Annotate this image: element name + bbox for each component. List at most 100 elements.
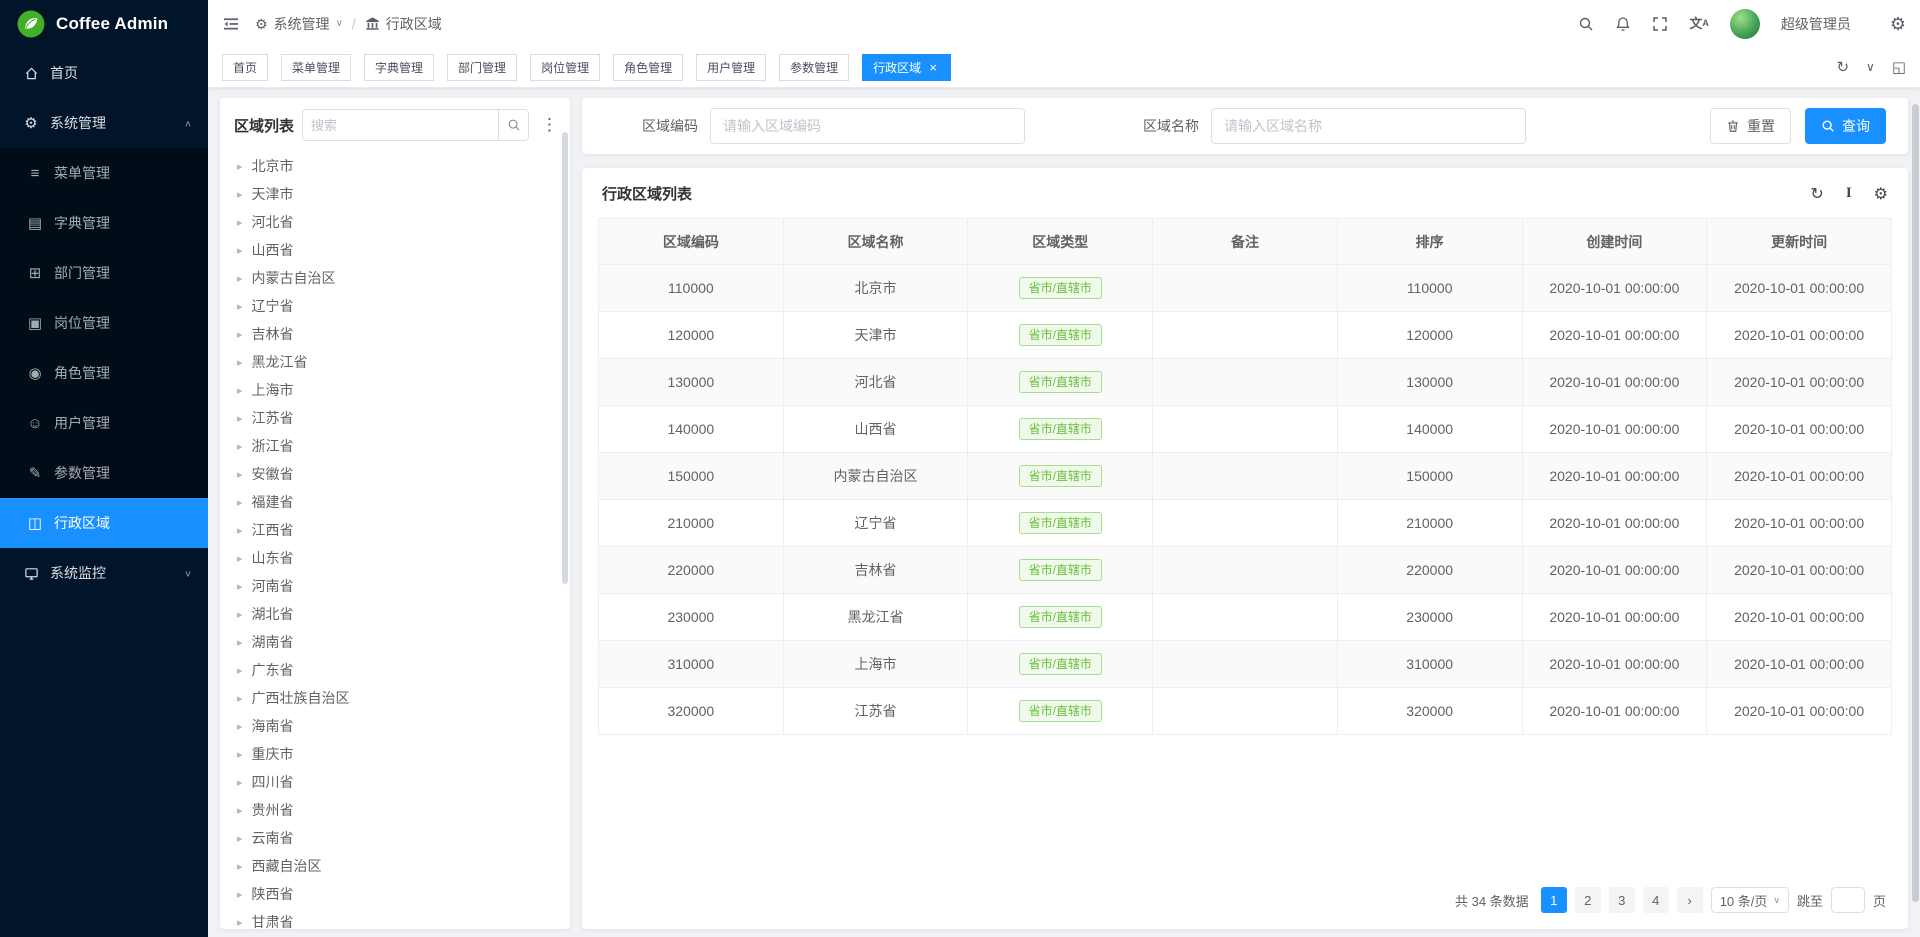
tab[interactable]: 部门管理 × — [447, 54, 517, 81]
sidebar-item-monitor[interactable]: 系统监控 ∨ — [0, 548, 208, 598]
tree-item[interactable]: ▸ 安徽省 — [220, 460, 570, 488]
tree-item[interactable]: ▸ 河南省 — [220, 572, 570, 600]
table-row[interactable]: 140000 山西省 省市/直辖市 140000 2020-10-01 00:0… — [599, 406, 1892, 453]
tab[interactable]: 参数管理 × — [779, 54, 849, 81]
caret-right-icon[interactable]: ▸ — [237, 188, 243, 201]
table-row[interactable]: 120000 天津市 省市/直辖市 120000 2020-10-01 00:0… — [599, 312, 1892, 359]
table-row[interactable]: 210000 辽宁省 省市/直辖市 210000 2020-10-01 00:0… — [599, 500, 1892, 547]
caret-right-icon[interactable]: ▸ — [237, 300, 243, 313]
sidebar-item-home[interactable]: 首页 — [0, 48, 208, 98]
region-name-input[interactable] — [1211, 108, 1526, 144]
caret-right-icon[interactable]: ▸ — [237, 636, 243, 649]
caret-right-icon[interactable]: ▸ — [237, 384, 243, 397]
jump-page-input[interactable] — [1831, 887, 1865, 913]
sidebar-subitem[interactable]: ▣ 岗位管理 — [0, 298, 208, 348]
column-header[interactable]: 创建时间 — [1522, 219, 1707, 265]
tree-item[interactable]: ▸ 四川省 — [220, 768, 570, 796]
tree-item[interactable]: ▸ 内蒙古自治区 — [220, 264, 570, 292]
breadcrumb-system[interactable]: 系统管理 — [274, 14, 330, 34]
caret-right-icon[interactable]: ▸ — [237, 328, 243, 341]
tree-item[interactable]: ▸ 黑龙江省 — [220, 348, 570, 376]
tree-item[interactable]: ▸ 陕西省 — [220, 880, 570, 908]
tab[interactable]: 角色管理 × — [613, 54, 683, 81]
column-header[interactable]: 更新时间 — [1707, 219, 1892, 265]
page-button[interactable]: 2 — [1575, 887, 1601, 913]
username[interactable]: 超级管理员 — [1781, 14, 1851, 34]
table-row[interactable]: 130000 河北省 省市/直辖市 130000 2020-10-01 00:0… — [599, 359, 1892, 406]
caret-right-icon[interactable]: ▸ — [237, 580, 243, 593]
tree-item[interactable]: ▸ 福建省 — [220, 488, 570, 516]
caret-right-icon[interactable]: ▸ — [237, 720, 243, 733]
table-row[interactable]: 110000 北京市 省市/直辖市 110000 2020-10-01 00:0… — [599, 265, 1892, 312]
caret-right-icon[interactable]: ▸ — [237, 412, 243, 425]
page-button[interactable]: 1 — [1541, 887, 1567, 913]
tab[interactable]: 首页 × — [222, 54, 268, 81]
sidebar-item-system[interactable]: ⚙ 系统管理 ∧ — [0, 98, 208, 148]
tree-item[interactable]: ▸ 江苏省 — [220, 404, 570, 432]
page-button[interactable]: 3 — [1609, 887, 1635, 913]
tree-item[interactable]: ▸ 北京市 — [220, 152, 570, 180]
tree-item[interactable]: ▸ 海南省 — [220, 712, 570, 740]
caret-right-icon[interactable]: ▸ — [237, 692, 243, 705]
more-options-icon[interactable]: ⋮ — [537, 115, 562, 135]
tree-item[interactable]: ▸ 吉林省 — [220, 320, 570, 348]
caret-right-icon[interactable]: ▸ — [237, 776, 243, 789]
close-icon[interactable]: × — [926, 60, 940, 74]
tree-item[interactable]: ▸ 湖北省 — [220, 600, 570, 628]
sidebar-subitem[interactable]: ✎ 参数管理 — [0, 448, 208, 498]
column-header[interactable]: 区域名称 — [783, 219, 968, 265]
tree-item[interactable]: ▸ 浙江省 — [220, 432, 570, 460]
caret-right-icon[interactable]: ▸ — [237, 832, 243, 845]
tree-item[interactable]: ▸ 河北省 — [220, 208, 570, 236]
caret-right-icon[interactable]: ▸ — [237, 496, 243, 509]
table-row[interactable]: 220000 吉林省 省市/直辖市 220000 2020-10-01 00:0… — [599, 547, 1892, 594]
column-header[interactable]: 区域类型 — [968, 219, 1153, 265]
caret-right-icon[interactable]: ▸ — [237, 524, 243, 537]
next-page-button[interactable]: › — [1677, 887, 1703, 913]
caret-right-icon[interactable]: ▸ — [237, 860, 243, 873]
caret-right-icon[interactable]: ▸ — [237, 440, 243, 453]
refresh-icon[interactable]: ↻ — [1810, 184, 1823, 204]
tab[interactable]: 菜单管理 × — [281, 54, 351, 81]
page-button[interactable]: 4 — [1643, 887, 1669, 913]
tree-item[interactable]: ▸ 山东省 — [220, 544, 570, 572]
tree-item[interactable]: ▸ 广东省 — [220, 656, 570, 684]
caret-right-icon[interactable]: ▸ — [237, 916, 243, 929]
table-row[interactable]: 320000 江苏省 省市/直辖市 320000 2020-10-01 00:0… — [599, 688, 1892, 735]
avatar[interactable] — [1730, 9, 1760, 39]
caret-right-icon[interactable]: ▸ — [237, 748, 243, 761]
fullscreen-icon[interactable] — [1652, 16, 1668, 32]
tree-item[interactable]: ▸ 贵州省 — [220, 796, 570, 824]
sidebar-subitem[interactable]: ≡ 菜单管理 — [0, 148, 208, 198]
bell-icon[interactable] — [1615, 16, 1631, 32]
layout-icon[interactable]: ◱ — [1892, 60, 1906, 75]
tree-item[interactable]: ▸ 广西壮族自治区 — [220, 684, 570, 712]
collapse-sidebar-icon[interactable] — [222, 15, 240, 33]
search-icon[interactable] — [1578, 16, 1594, 32]
region-code-input[interactable] — [710, 108, 1025, 144]
tab[interactable]: 用户管理 × — [696, 54, 766, 81]
column-header[interactable]: 备注 — [1153, 219, 1338, 265]
caret-right-icon[interactable]: ▸ — [237, 216, 243, 229]
table-row[interactable]: 230000 黑龙江省 省市/直辖市 230000 2020-10-01 00:… — [599, 594, 1892, 641]
tree-item[interactable]: ▸ 重庆市 — [220, 740, 570, 768]
tree-item[interactable]: ▸ 辽宁省 — [220, 292, 570, 320]
tab[interactable]: 字典管理 × — [364, 54, 434, 81]
search-button[interactable]: 查询 — [1805, 108, 1886, 144]
density-icon[interactable]: I — [1846, 185, 1852, 202]
tree-item[interactable]: ▸ 云南省 — [220, 824, 570, 852]
sidebar-subitem[interactable]: ☺ 用户管理 — [0, 398, 208, 448]
tree-item[interactable]: ▸ 西藏自治区 — [220, 852, 570, 880]
caret-right-icon[interactable]: ▸ — [237, 888, 243, 901]
sidebar-subitem[interactable]: ▤ 字典管理 — [0, 198, 208, 248]
tree-item[interactable]: ▸ 山西省 — [220, 236, 570, 264]
tab[interactable]: 行政区域 × — [862, 54, 951, 81]
page-size-select[interactable]: 10 条/页 ∨ — [1711, 887, 1789, 913]
translate-icon[interactable]: 文A — [1689, 17, 1709, 30]
sidebar-subitem[interactable]: ◉ 角色管理 — [0, 348, 208, 398]
table-row[interactable]: 150000 内蒙古自治区 省市/直辖市 150000 2020-10-01 0… — [599, 453, 1892, 500]
table-row[interactable]: 310000 上海市 省市/直辖市 310000 2020-10-01 00:0… — [599, 641, 1892, 688]
settings-gear-icon[interactable]: ⚙ — [1890, 15, 1906, 33]
caret-right-icon[interactable]: ▸ — [237, 356, 243, 369]
sidebar-subitem[interactable]: ◫ 行政区域 — [0, 498, 208, 548]
